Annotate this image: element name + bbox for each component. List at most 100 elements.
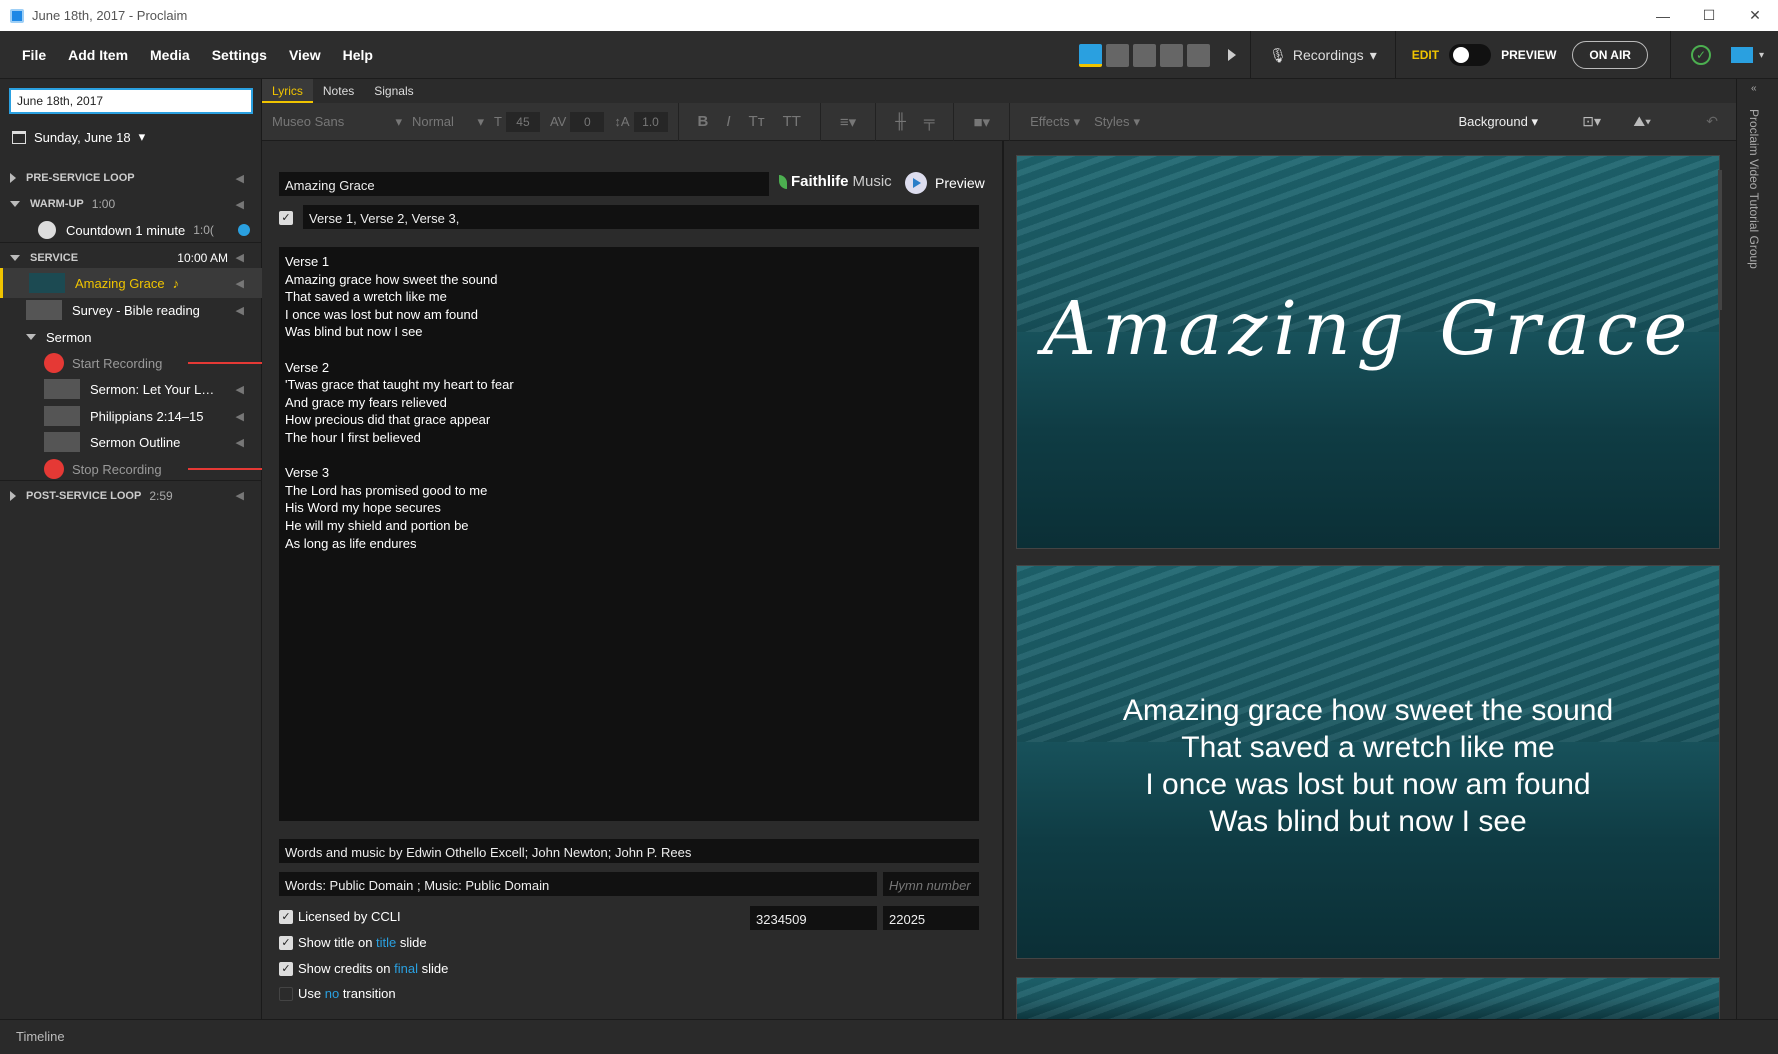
edit-label[interactable]: EDIT [1412, 48, 1439, 62]
status-check-icon[interactable]: ✓ [1690, 45, 1711, 65]
line-height-icon: ↕A [614, 114, 630, 129]
list-item-countdown[interactable]: Countdown 1 minute 1:0( [0, 215, 262, 245]
transition-label: Use no transition [298, 986, 396, 1001]
tab-signals[interactable]: Signals [364, 79, 423, 103]
slide-title[interactable]: Amazing Grace [1016, 155, 1720, 549]
faithlife-music-logo[interactable]: Faithlife Music [779, 173, 892, 190]
transition-checkbox[interactable] [279, 987, 293, 1001]
color-swatch-icon[interactable]: ■▾ [973, 113, 990, 131]
speaker-icon: ◀ [235, 410, 244, 423]
tab-lyrics[interactable]: Lyrics [262, 79, 313, 103]
menu-settings[interactable]: Settings [212, 47, 267, 63]
play-icon[interactable] [1228, 49, 1237, 61]
list-item-amazing-grace[interactable]: Amazing Grace ♪ ◀ [0, 268, 262, 298]
valign-top-icon[interactable]: ╤ [924, 113, 935, 130]
chevron-right-icon [10, 490, 16, 501]
service-date-input[interactable]: June 18th, 2017 [9, 88, 253, 114]
lyrics-textarea[interactable]: Verse 1 Amazing grace how sweet the soun… [279, 247, 979, 821]
day-selector[interactable]: Sunday, June 18 ▾ [12, 129, 145, 145]
show-title-label: Show title on title slide [298, 935, 427, 950]
collapse-icon[interactable]: « [1751, 83, 1757, 94]
letter-spacing-stepper[interactable]: AV 0 [550, 111, 605, 132]
song-title-input[interactable]: Amazing Grace [279, 172, 769, 196]
slide-verse-1[interactable]: Amazing grace how sweet the sound That s… [1016, 565, 1720, 959]
show-credits-label: Show credits on final slide [298, 961, 449, 976]
menu-help[interactable]: Help [343, 47, 373, 63]
close-button[interactable]: ✕ [1732, 0, 1778, 31]
chevron-down-icon[interactable]: ▾ [1759, 50, 1764, 61]
title-slide-link[interactable]: title [376, 935, 396, 950]
preview-label[interactable]: PREVIEW [1501, 48, 1556, 62]
window-titlebar: June 18th, 2017 - Proclaim — ☐ ✕ [0, 0, 1778, 31]
effects-dropdown[interactable]: Effects ▾ [1030, 114, 1080, 130]
tutorial-group-tab[interactable]: Proclaim Video Tutorial Group [1747, 109, 1761, 269]
item-thumbnail [29, 273, 65, 293]
timeline-bar[interactable]: Timeline [0, 1019, 1778, 1054]
font-size-stepper[interactable]: T 45 [494, 111, 540, 132]
show-title-checkbox[interactable]: ✓ [279, 936, 293, 950]
output-thumb[interactable] [1106, 43, 1130, 67]
hymn-number-input[interactable]: Hymn number [883, 872, 979, 896]
list-item-sermon[interactable]: Sermon: Let Your L… ◀ [0, 374, 262, 404]
preview-button[interactable]: Preview [905, 172, 985, 194]
app-icon [10, 8, 24, 23]
copyright-input[interactable]: Words: Public Domain ; Music: Public Dom… [279, 872, 877, 896]
edit-preview-toggle[interactable] [1449, 44, 1492, 66]
list-item-sermon-outline[interactable]: Sermon Outline ◀ [0, 427, 262, 457]
final-slide-link[interactable]: final [394, 961, 418, 976]
verse-order-checkbox[interactable]: ✓ [279, 211, 293, 225]
font-family-dropdown[interactable]: Museo Sans ▾ [272, 114, 402, 130]
menu-media[interactable]: Media [150, 47, 190, 63]
play-icon [905, 172, 927, 194]
tab-notes[interactable]: Notes [313, 79, 364, 103]
post-service-loop-section[interactable]: POST-SERVICE LOOP 2:59 ◀ [0, 480, 262, 510]
credits-input[interactable]: Words and music by Edwin Othello Excell;… [279, 839, 979, 863]
align-icon[interactable]: ≡▾ [840, 113, 856, 131]
line-height-stepper[interactable]: ↕A 1.0 [614, 111, 668, 132]
menu-view[interactable]: View [289, 47, 321, 63]
all-caps-button[interactable]: TT [783, 113, 801, 130]
scrollbar[interactable] [1718, 170, 1722, 310]
menu-file[interactable]: File [22, 47, 46, 63]
ccli-checkbox[interactable]: ✓ [279, 910, 293, 924]
show-credits-checkbox[interactable]: ✓ [279, 962, 293, 976]
output-thumb[interactable] [1187, 43, 1211, 67]
microphone-icon [44, 353, 64, 373]
menu-add-item[interactable]: Add Item [68, 47, 128, 63]
small-caps-button[interactable]: Tт [749, 113, 765, 130]
formatting-toolbar: Museo Sans ▾ Normal ▾ T 45 AV 0 ↕A 1.0 B I Tт… [262, 102, 1736, 141]
monitor-icon[interactable] [1730, 47, 1753, 63]
image-icon[interactable]: ⛰▾ [1633, 113, 1651, 130]
output-thumb[interactable] [1079, 43, 1103, 67]
item-thumbnail [44, 379, 80, 399]
background-dropdown[interactable]: Background ▾ [1458, 114, 1538, 130]
verse-order-input[interactable]: Verse 1, Verse 2, Verse 3, [303, 205, 979, 229]
chevron-right-icon [10, 173, 16, 183]
font-weight-dropdown[interactable]: Normal ▾ [412, 114, 484, 130]
recordings-dropdown[interactable]: 🎙 Recordings ▾ [1251, 47, 1395, 64]
valign-center-icon[interactable]: ╫ [895, 113, 906, 130]
on-air-button[interactable]: ON AIR [1572, 41, 1648, 69]
output-thumbnails [1079, 43, 1211, 67]
ccli-song-number-input[interactable]: 3234509 [750, 906, 877, 930]
slide-verse-2[interactable] [1016, 977, 1720, 1019]
font-size-icon: T [494, 114, 502, 129]
text-box-icon[interactable]: ⊡▾ [1582, 113, 1601, 130]
bold-button[interactable]: B [698, 113, 709, 130]
styles-dropdown[interactable]: Styles ▾ [1094, 114, 1140, 130]
item-thumbnail [44, 432, 80, 452]
list-item-survey[interactable]: Survey - Bible reading ◀ [0, 295, 262, 325]
speaker-icon: ◀ [235, 198, 244, 211]
ccli-license-input[interactable]: 22025 [883, 906, 979, 930]
output-thumb[interactable] [1133, 43, 1157, 67]
output-thumb[interactable] [1160, 43, 1184, 67]
playing-indicator-icon [238, 224, 250, 236]
maximize-button[interactable]: ☐ [1686, 0, 1732, 31]
undo-icon[interactable]: ↶ [1706, 113, 1718, 130]
speaker-icon: ◀ [235, 436, 244, 449]
minimize-button[interactable]: — [1640, 0, 1686, 31]
italic-button[interactable]: I [726, 113, 730, 130]
stop-icon [44, 459, 64, 479]
calendar-icon [12, 130, 26, 144]
transition-link[interactable]: no [325, 986, 339, 1001]
